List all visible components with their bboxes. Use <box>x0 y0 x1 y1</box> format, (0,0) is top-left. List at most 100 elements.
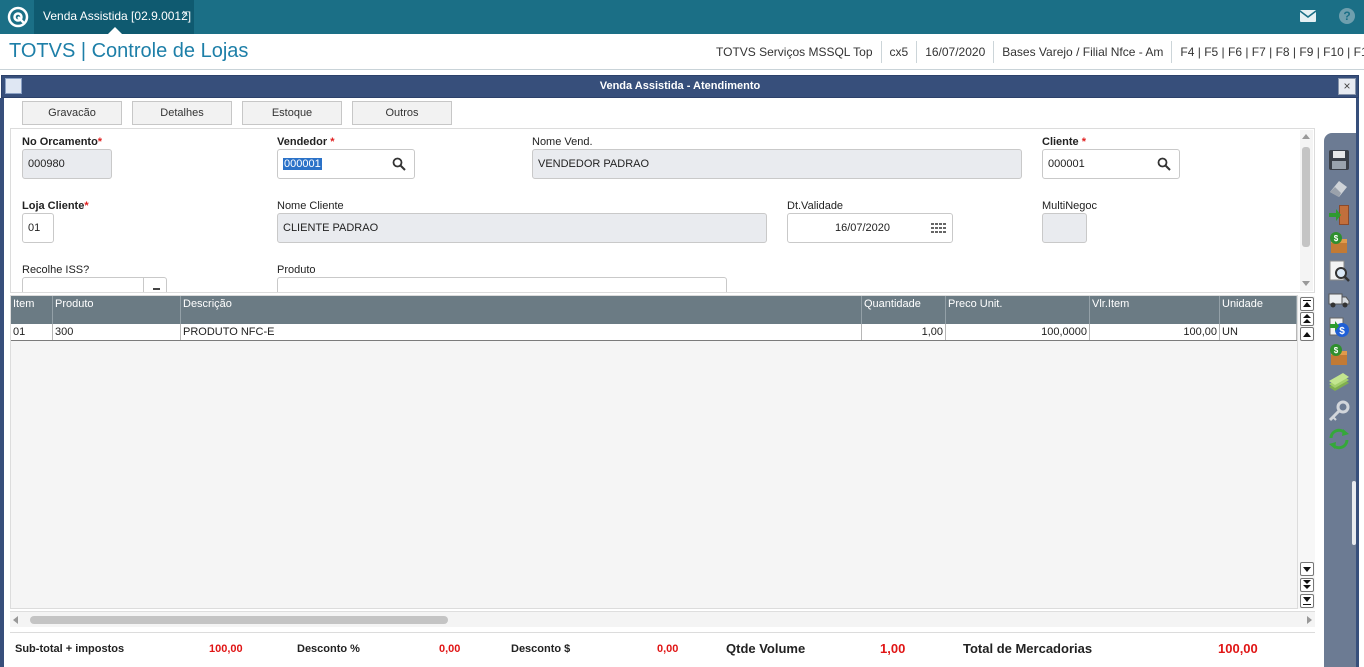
loja-cliente-label: Loja Cliente* <box>22 200 89 212</box>
side-toolbar: $ $ $ <box>1324 133 1356 667</box>
tab-venda-assistida[interactable]: Venda Assistida [02.9.0012] × <box>34 0 194 34</box>
scroll-page-down-icon[interactable] <box>1300 578 1314 592</box>
grid-header: Item Produto Descrição Quantidade Preco … <box>11 296 1297 324</box>
dt-validade-field[interactable]: 16/07/2020 <box>787 213 953 243</box>
window-title: Venda Assistida - Atendimento <box>1 75 1359 98</box>
environment-station: cx5 <box>880 40 917 63</box>
cell-unidade[interactable]: UN <box>1220 324 1297 340</box>
search-icon[interactable] <box>1157 157 1171 171</box>
search-document-icon[interactable] <box>1327 259 1351 283</box>
produto-field[interactable] <box>277 277 727 292</box>
scroll-down-icon[interactable] <box>1302 281 1310 286</box>
calendar-icon[interactable] <box>931 223 946 234</box>
recolhe-iss-label: Recolhe ISS? <box>22 264 90 276</box>
cash-transfer-icon[interactable]: $ <box>1327 315 1351 339</box>
tab-close-icon[interactable]: × <box>182 8 188 20</box>
scroll-page-up-icon[interactable] <box>1300 312 1314 326</box>
window-frame-right <box>1356 98 1359 667</box>
toolbar-scroll-handle[interactable] <box>1352 481 1356 545</box>
totals-bar: Sub-total + impostos 100,00 Desconto % 0… <box>10 632 1315 667</box>
truck-icon[interactable] <box>1327 287 1351 311</box>
exit-icon[interactable] <box>1327 203 1351 227</box>
cliente-field[interactable]: 000001 <box>1042 149 1180 179</box>
money-box-icon[interactable]: $ <box>1327 231 1351 255</box>
svg-text:$: $ <box>1339 326 1345 337</box>
multinegoc-field[interactable] <box>1042 213 1087 243</box>
cell-produto[interactable]: 300 <box>53 324 181 340</box>
svg-text:$: $ <box>1334 234 1339 243</box>
cell-descricao[interactable]: PRODUTO NFC-E <box>181 324 862 340</box>
environment-branch: Bases Varejo / Filial Nfce - Am <box>993 40 1171 63</box>
dropdown-icon[interactable] <box>153 288 160 290</box>
cliente-value: 000001 <box>1048 158 1085 170</box>
scroll-thumb[interactable] <box>1302 147 1310 247</box>
vendedor-label: Vendedor * <box>277 136 335 148</box>
grid-vertical-scrollbar[interactable] <box>1298 296 1315 609</box>
dt-validade-value: 16/07/2020 <box>834 222 891 234</box>
cell-quantidade[interactable]: 1,00 <box>862 324 946 340</box>
key-icon[interactable] <box>1327 399 1351 423</box>
qtde-volume-label: Qtde Volume <box>726 641 806 656</box>
col-header-produto[interactable]: Produto <box>53 296 181 324</box>
scroll-top-icon[interactable] <box>1300 297 1314 311</box>
total-mercadorias-label: Total de Mercadorias <box>963 641 1093 656</box>
produto-label: Produto <box>277 264 316 276</box>
window-close-button[interactable]: × <box>1338 78 1356 95</box>
vendedor-value: 000001 <box>283 158 322 170</box>
scroll-up-icon[interactable] <box>1300 327 1314 341</box>
money-box-icon[interactable]: $ <box>1327 343 1351 367</box>
vendedor-field[interactable]: 000001 <box>277 149 415 179</box>
qtde-volume-value: 1,00 <box>880 641 906 656</box>
cell-preco-unit[interactable]: 100,0000 <box>946 324 1090 340</box>
subtotal-value: 100,00 <box>209 643 243 655</box>
scroll-thumb[interactable] <box>30 616 448 624</box>
environment-info: TOTVS Serviços MSSQL Top cx5 16/07/2020 … <box>708 34 1364 69</box>
subtotal-label: Sub-total + impostos <box>15 643 125 655</box>
table-row[interactable]: 01 300 PRODUTO NFC-E 1,00 100,0000 100,0… <box>11 324 1297 341</box>
totvs-logo-icon[interactable] <box>6 5 30 29</box>
refresh-icon[interactable] <box>1327 427 1351 451</box>
total-mercadorias-value: 100,00 <box>1218 641 1258 656</box>
estoque-button[interactable]: Estoque <box>242 101 342 125</box>
col-header-item[interactable]: Item <box>11 296 53 324</box>
nome-cliente-field[interactable]: CLIENTE PADRAO <box>277 213 767 243</box>
col-header-vlr-item[interactable]: Vlr.Item <box>1090 296 1220 324</box>
cell-item[interactable]: 01 <box>11 324 53 340</box>
col-header-preco-unit[interactable]: Preco Unit. <box>946 296 1090 324</box>
detalhes-button[interactable]: Detalhes <box>132 101 232 125</box>
tab-label: Venda Assistida [02.9.0012] <box>43 9 192 23</box>
scroll-bottom-icon[interactable] <box>1300 594 1314 608</box>
scroll-up-icon[interactable] <box>1302 134 1310 139</box>
no-orcamento-field[interactable]: 000980 <box>22 149 112 179</box>
banknotes-icon[interactable] <box>1327 371 1351 395</box>
svg-text:$: $ <box>1334 346 1339 355</box>
help-icon[interactable]: ? <box>1338 7 1356 25</box>
col-header-descricao[interactable]: Descrição <box>181 296 862 324</box>
svg-text:?: ? <box>1343 9 1350 23</box>
eraser-icon[interactable] <box>1327 175 1351 199</box>
save-icon[interactable] <box>1327 148 1351 172</box>
cell-vlr-item[interactable]: 100,00 <box>1090 324 1220 340</box>
grid-horizontal-scrollbar[interactable] <box>10 611 1315 627</box>
col-header-quantidade[interactable]: Quantidade <box>862 296 946 324</box>
search-icon[interactable] <box>392 157 406 171</box>
items-grid: Item Produto Descrição Quantidade Preco … <box>10 295 1298 609</box>
cliente-label: Cliente * <box>1042 136 1087 148</box>
form-scrollbar[interactable] <box>1300 130 1313 291</box>
scroll-right-icon[interactable] <box>1307 616 1312 624</box>
nome-cliente-label: Nome Cliente <box>277 200 344 212</box>
scroll-left-icon[interactable] <box>13 616 18 624</box>
outros-button[interactable]: Outros <box>352 101 452 125</box>
mail-icon[interactable] <box>1299 9 1317 23</box>
desconto-pct-value: 0,00 <box>439 643 461 655</box>
gravacao-button[interactable]: Gravacão <box>22 101 122 125</box>
scroll-down-icon[interactable] <box>1300 562 1314 576</box>
nome-vend-label: Nome Vend. <box>532 136 593 148</box>
nome-vend-field[interactable]: VENDEDOR PADRAO <box>532 149 1022 179</box>
function-keys[interactable]: F4 | F5 | F6 | F7 | F8 | F9 | F10 | F11 … <box>1171 40 1364 63</box>
app-title: TOTVS | Controle de Lojas <box>9 40 249 62</box>
environment-server: TOTVS Serviços MSSQL Top <box>716 44 873 59</box>
recolhe-iss-select[interactable] <box>22 277 167 292</box>
col-header-unidade[interactable]: Unidade <box>1220 296 1297 324</box>
loja-cliente-field[interactable]: 01 <box>22 213 54 243</box>
